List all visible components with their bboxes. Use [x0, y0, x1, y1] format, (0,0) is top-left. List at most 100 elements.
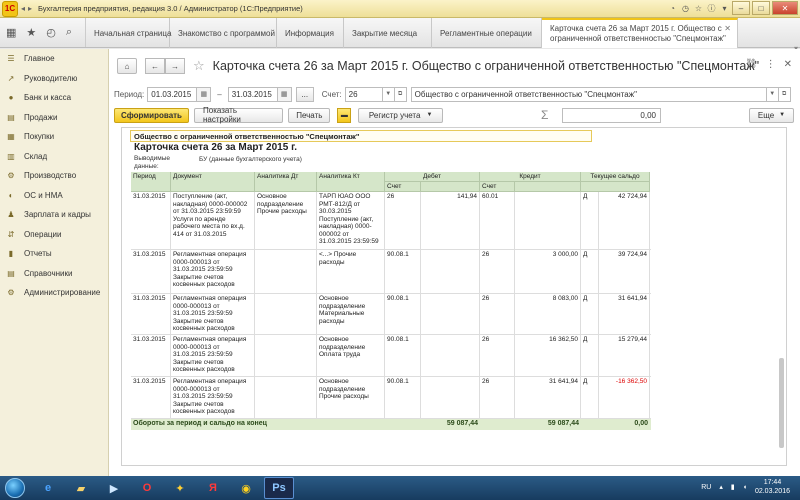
sidebar-item-10[interactable]: ▮ Отчеты	[0, 244, 108, 264]
search-icon[interactable]: ⌕	[66, 26, 72, 39]
opera-icon[interactable]: O	[132, 477, 162, 499]
more-button[interactable]: Еще ▼	[749, 107, 794, 123]
header-account-dt: Счет	[385, 182, 421, 192]
table-row[interactable]: 31.03.2015 Поступление (акт, накладная) 0…	[131, 192, 651, 250]
chevron-down-icon[interactable]: ▼	[382, 86, 395, 102]
cell-credit: 3 000,00	[515, 250, 581, 293]
footer-label: Обороты за период и сальдо на конец	[133, 420, 267, 427]
sidebar-item-1[interactable]: ↗ Руководителю	[0, 69, 108, 89]
back-button[interactable]: ←	[145, 58, 165, 74]
sidebar-item-11[interactable]: ▤ Справочники	[0, 264, 108, 284]
sidebar-item-label: Отчеты	[24, 249, 52, 259]
sidebar-item-8[interactable]: ♟ Зарплата и кадры	[0, 205, 108, 225]
language-indicator[interactable]: RU	[701, 484, 711, 491]
yandex-icon[interactable]: Я	[198, 477, 228, 499]
tab-month-close[interactable]: Закрытие месяца	[344, 18, 432, 48]
filter-bar: Период: 01.03.2015 ▦ – 31.03.2015 ▦ ... …	[114, 86, 794, 102]
bell-icon[interactable]: ◔	[667, 4, 678, 13]
close-icon[interactable]: ✕	[784, 59, 792, 70]
folder-icon[interactable]: ▰	[66, 477, 96, 499]
more-vertical-icon[interactable]: ⋮	[766, 59, 776, 70]
cell-credit: 8 083,00	[515, 294, 581, 334]
tab-routine-ops[interactable]: Регламентные операции	[432, 18, 542, 48]
home-button[interactable]: ⌂	[117, 58, 137, 74]
sidebar-item-2[interactable]: ● Банк и касса	[0, 88, 108, 108]
cell-period: 31.03.2015	[131, 335, 171, 376]
tab-account-card[interactable]: Карточка счета 26 за Март 2015 г. Общест…	[542, 18, 738, 48]
network-icon[interactable]: ▮	[731, 483, 735, 491]
history-icon[interactable]: ◷	[680, 4, 691, 13]
table-row[interactable]: 31.03.2015 Регламентная операция 0000-000…	[131, 335, 651, 377]
open-link-icon[interactable]: ⧉	[394, 86, 407, 102]
star-icon[interactable]: ☆	[693, 4, 704, 13]
link-icon[interactable]: ⛓	[745, 59, 758, 70]
favorite-star-icon[interactable]: ☆	[193, 58, 205, 74]
cell-document: Регламентная операция 0000-000013 от 31.…	[171, 335, 255, 376]
header-analytics-kt: Аналитика Кт	[317, 172, 385, 192]
ie-icon[interactable]: e	[33, 477, 63, 499]
media-player-icon[interactable]: ▶	[99, 477, 129, 499]
start-button[interactable]	[0, 477, 30, 499]
forward-button[interactable]: →	[165, 58, 185, 74]
open-link-icon[interactable]: ⧉	[778, 86, 791, 102]
tray-arrow-icon[interactable]: ▴	[719, 483, 723, 491]
info-icon[interactable]: ⓘ	[706, 3, 717, 14]
chevron-down-icon[interactable]: ▼	[766, 86, 779, 102]
grid-icon[interactable]: ▦	[6, 26, 16, 39]
sidebar-item-0[interactable]: ☰ Главное	[0, 49, 108, 69]
table-row[interactable]: 31.03.2015 Регламентная операция 0000-000…	[131, 250, 651, 294]
sidebar-item-7[interactable]: ◐ ОС и НМА	[0, 186, 108, 206]
calendar-icon[interactable]: ▦	[277, 86, 292, 102]
tab-info[interactable]: Информация	[277, 18, 344, 48]
header-document: Документ	[171, 172, 255, 192]
sidebar-item-9[interactable]: ⇵ Операции	[0, 225, 108, 245]
close-button[interactable]: ✕	[772, 1, 798, 15]
sidebar-item-label: Производство	[24, 171, 77, 181]
tab-home[interactable]: Начальная страница	[86, 18, 171, 48]
date-to-field[interactable]: 31.03.2015	[227, 86, 278, 102]
register-button[interactable]: Регистр учета ▼	[358, 107, 443, 123]
report-options-icon[interactable]: ▬	[337, 107, 352, 123]
photoshop-icon[interactable]: Ps	[264, 477, 294, 499]
show-settings-button[interactable]: Показать настройки	[194, 106, 284, 124]
1c-enterprise-icon[interactable]: ◉	[231, 477, 261, 499]
factory-icon: ⚙	[7, 171, 15, 181]
sidebar-item-3[interactable]: ▤ Продажи	[0, 108, 108, 128]
cell-credit	[515, 192, 581, 249]
system-tray: RU ▴ ▮ ◖ 17:44 02.03.2016	[701, 478, 790, 496]
main-content: ⌂ ← → ☆ Карточка счета 26 за Март 2015 г…	[109, 49, 800, 476]
maximize-button[interactable]: □	[752, 1, 770, 15]
back-icon[interactable]: ◂	[21, 4, 25, 13]
report-area[interactable]: Общество с ограниченной ответственностью…	[121, 127, 787, 466]
minimize-button[interactable]: –	[732, 1, 750, 15]
sidebar-item-12[interactable]: ⚙ Администрирование	[0, 283, 108, 303]
sidebar-item-5[interactable]: ▥ Склад	[0, 147, 108, 167]
sidebar-item-6[interactable]: ⚙ Производство	[0, 166, 108, 186]
account-field[interactable]: 26	[344, 86, 383, 102]
vertical-scrollbar[interactable]	[779, 358, 784, 448]
date-from-field[interactable]: 01.03.2015	[147, 86, 198, 102]
clock[interactable]: 17:44 02.03.2016	[755, 478, 790, 496]
history-icon[interactable]: ◴	[46, 26, 56, 39]
cell-acc_dt: 90.08.1	[385, 335, 421, 376]
sidebar-item-4[interactable]: ▦ Покупки	[0, 127, 108, 147]
favorites-icon[interactable]: ★	[26, 26, 36, 39]
generate-button[interactable]: Сформировать	[114, 107, 189, 123]
table-row[interactable]: 31.03.2015 Регламентная операция 0000-000…	[131, 294, 651, 335]
print-button[interactable]: Печать	[288, 107, 331, 123]
cell-acc_kt: 26	[480, 335, 515, 376]
close-tab-icon[interactable]: ✕	[724, 24, 731, 34]
1c-icon[interactable]: ✦	[165, 477, 195, 499]
volume-icon[interactable]: ◖	[743, 484, 747, 491]
forward-icon[interactable]: ▸	[28, 4, 32, 13]
period-select-button[interactable]: ...	[295, 86, 314, 102]
cell-kt: Основное подразделение Материальные расх…	[317, 294, 385, 334]
cell-balance: 42 724,94	[599, 192, 650, 249]
organization-field[interactable]: Общество с ограниченной ответственностью…	[410, 86, 767, 102]
calendar-icon[interactable]: ▦	[197, 86, 212, 102]
sidebar-item-label: ОС и НМА	[24, 190, 63, 200]
cell-kt: ТАРП ЮАО ООО РМТ-812/Д от 30.03.2015 Пос…	[317, 192, 385, 249]
menu-icon[interactable]: ▾	[719, 4, 730, 13]
tab-intro[interactable]: Знакомство с программой	[170, 18, 277, 48]
table-row[interactable]: 31.03.2015 Регламентная операция 0000-000…	[131, 377, 651, 419]
